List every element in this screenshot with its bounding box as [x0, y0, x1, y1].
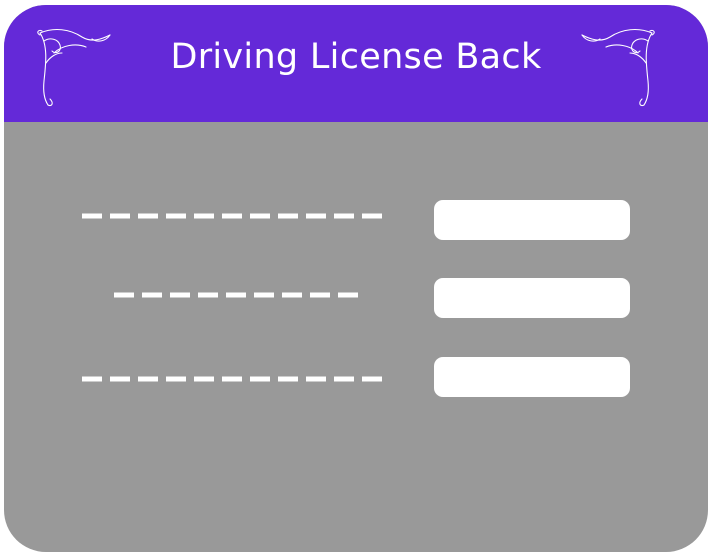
- value-field-3: [434, 357, 630, 397]
- label-placeholder-1: [82, 213, 390, 219]
- value-field-2: [434, 278, 630, 318]
- label-placeholder-2: [114, 292, 358, 298]
- license-card: Driving License Back: [4, 5, 708, 552]
- value-field-1: [434, 200, 630, 240]
- label-placeholder-3: [82, 376, 390, 382]
- filigree-corner-icon: [581, 28, 655, 107]
- card-header: Driving License Back: [4, 5, 708, 122]
